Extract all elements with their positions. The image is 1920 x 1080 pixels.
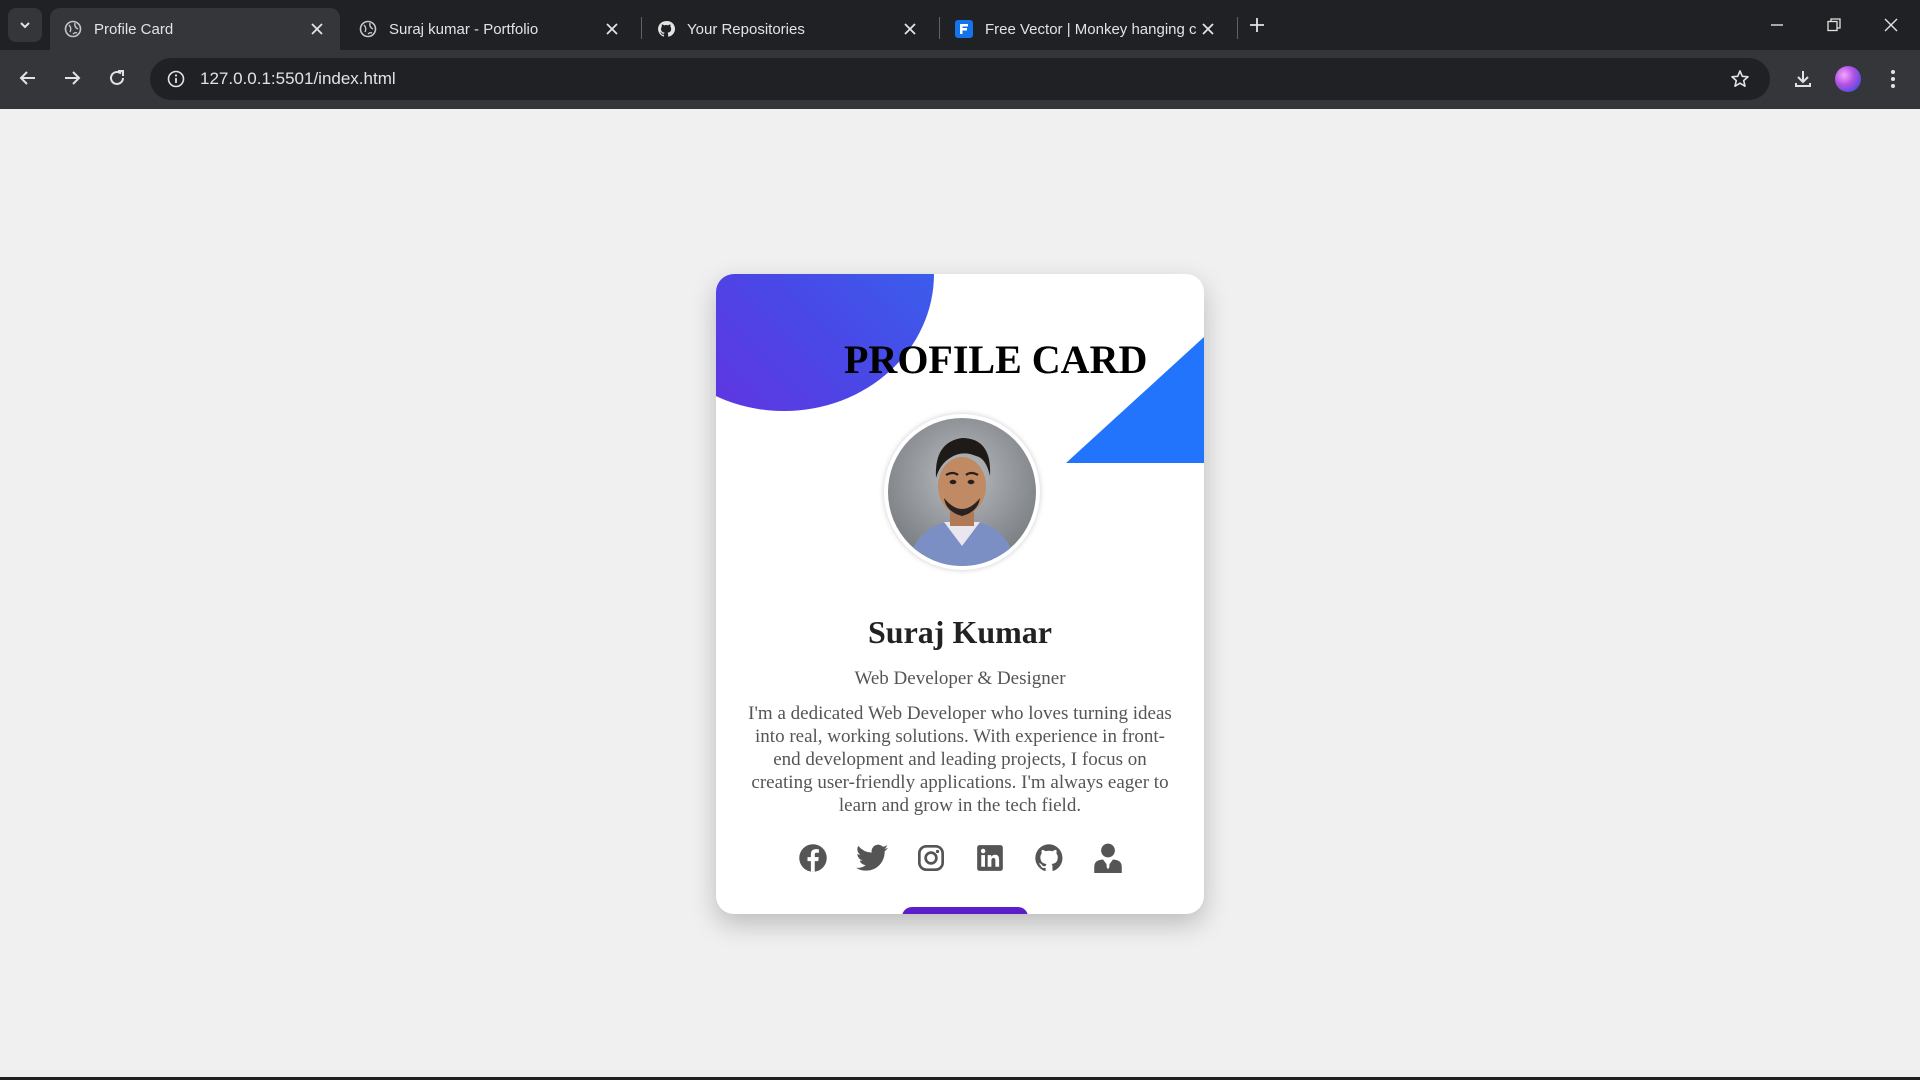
plus-icon [1250, 18, 1264, 32]
tab-strip: Profile Card Suraj kumar - Portfolio You… [0, 0, 1920, 50]
twitter-icon[interactable] [855, 842, 888, 874]
globe-icon [359, 20, 377, 38]
contact-button[interactable] [902, 907, 1028, 914]
social-links [716, 842, 1204, 874]
kebab-menu-icon [1891, 70, 1895, 88]
close-icon[interactable] [308, 20, 326, 38]
menu-button[interactable] [1876, 62, 1910, 96]
github-icon [657, 20, 675, 38]
tab-search-button[interactable] [8, 8, 42, 42]
site-info-icon[interactable] [158, 61, 194, 97]
facebook-icon[interactable] [797, 842, 829, 874]
github-icon[interactable] [1033, 842, 1065, 874]
close-window-button[interactable] [1874, 8, 1908, 42]
tab-title: Profile Card [94, 20, 174, 38]
profile-photo [888, 418, 1036, 566]
chevron-down-icon [20, 22, 30, 29]
tab-profile-card[interactable]: Profile Card [50, 8, 340, 50]
tab-free-vector[interactable]: Free Vector | Monkey hanging c [941, 8, 1231, 50]
instagram-icon[interactable] [915, 842, 947, 874]
tab-title: Suraj kumar - Portfolio [389, 20, 539, 38]
new-tab-button[interactable] [1244, 12, 1270, 38]
bookmark-star-icon[interactable] [1722, 61, 1758, 97]
reload-icon [110, 70, 124, 85]
profile-avatar[interactable] [1835, 66, 1861, 92]
profile-card: PROFILE CARD Suraj Kumar Web Developer &… [716, 274, 1204, 914]
restore-button[interactable] [1817, 8, 1851, 42]
forward-button[interactable] [54, 60, 90, 96]
profile-photo-frame [884, 414, 1040, 570]
close-icon[interactable] [901, 20, 919, 38]
close-icon[interactable] [603, 20, 621, 38]
tab-title: Free Vector | Monkey hanging c [985, 20, 1197, 38]
tab-title: Your Repositories [687, 20, 805, 38]
downloads-button[interactable] [1786, 62, 1820, 96]
browser-toolbar: 127.0.0.1:5501/index.html [0, 50, 1920, 109]
arrow-left-icon [19, 71, 35, 85]
tab-separator [1237, 17, 1238, 39]
tab-portfolio[interactable]: Suraj kumar - Portfolio [345, 8, 635, 50]
reload-button[interactable] [99, 60, 135, 96]
profile-role: Web Developer & Designer [854, 668, 1066, 689]
tab-separator [641, 17, 642, 39]
globe-icon [64, 20, 82, 38]
close-icon[interactable] [1199, 20, 1217, 38]
back-button[interactable] [10, 60, 46, 96]
url-text[interactable]: 127.0.0.1:5501/index.html [200, 69, 1722, 89]
linkedin-icon[interactable] [974, 842, 1006, 874]
restore-icon [1827, 18, 1841, 32]
freepik-icon [955, 20, 973, 38]
minimize-button[interactable] [1760, 8, 1794, 42]
arrow-right-icon [65, 71, 81, 85]
card-title: PROFILE CARD [844, 337, 1148, 382]
minimize-icon [1771, 24, 1783, 26]
profile-bio: I'm a dedicated Web Developer who loves … [748, 703, 1172, 816]
close-icon [1884, 18, 1898, 32]
tab-separator [939, 17, 940, 39]
profile-name: Suraj Kumar [868, 614, 1052, 650]
profile-icon[interactable] [1092, 842, 1124, 874]
download-icon [1795, 71, 1811, 87]
address-bar[interactable]: 127.0.0.1:5501/index.html [150, 58, 1770, 100]
tab-repositories[interactable]: Your Repositories [643, 8, 933, 50]
